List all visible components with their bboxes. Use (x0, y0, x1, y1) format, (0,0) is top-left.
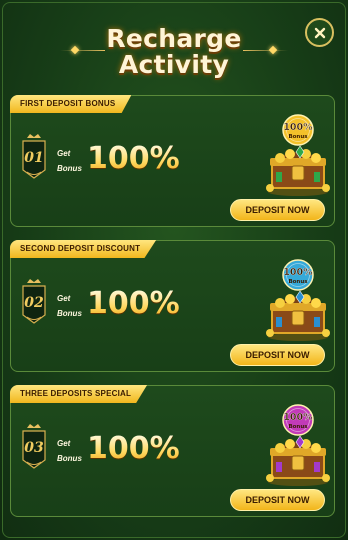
bonus-label: Bonus (57, 454, 82, 463)
title-line-1: Recharge (106, 24, 242, 53)
get-label: Get (57, 149, 71, 158)
svg-text:100%: 100% (283, 267, 313, 278)
bonus-card: THREE DEPOSITS SPECIAL 03 Get Bonus 100%… (10, 385, 335, 517)
treasure-chest-icon: 100% Bonus (266, 114, 330, 196)
svg-text:Bonus: Bonus (288, 134, 308, 140)
badge-number: 02 (24, 295, 44, 311)
badge-number: 01 (24, 150, 43, 166)
svg-text:Bonus: Bonus (288, 279, 308, 285)
badge-number: 03 (24, 440, 44, 456)
number-badge: 02 (22, 279, 46, 324)
number-badge: 01 (22, 134, 46, 179)
bonus-percent: 100% (87, 286, 180, 321)
title-divider-left (60, 50, 105, 51)
card-tag: SECOND DEPOSIT DISCOUNT (10, 240, 157, 258)
title-line-2: Activity (118, 50, 230, 79)
bonus-card: SECOND DEPOSIT DISCOUNT 02 Get Bonus 100… (10, 240, 335, 372)
get-label: Get (57, 439, 71, 448)
svg-text:100%: 100% (283, 122, 313, 133)
treasure-chest-icon: 100% Bonus (266, 404, 330, 486)
deposit-now-button[interactable]: DEPOSIT NOW (230, 344, 325, 366)
bonus-percent: 100% (87, 431, 180, 466)
get-label: Get (57, 294, 71, 303)
svg-text:Bonus: Bonus (288, 424, 308, 430)
bonus-card: FIRST DEPOSIT BONUS 01 Get Bonus 100% 10… (10, 95, 335, 227)
card-tag: FIRST DEPOSIT BONUS (10, 95, 132, 113)
title-divider-right (243, 50, 288, 51)
page-title: Recharge Activity (0, 26, 348, 78)
svg-text:100%: 100% (283, 412, 313, 423)
bonus-label: Bonus (57, 164, 82, 173)
deposit-now-button[interactable]: DEPOSIT NOW (230, 199, 325, 221)
deposit-now-button[interactable]: DEPOSIT NOW (230, 489, 325, 511)
number-badge: 03 (22, 424, 46, 469)
close-icon (314, 27, 325, 38)
card-tag: THREE DEPOSITS SPECIAL (10, 385, 148, 403)
bonus-label: Bonus (57, 309, 82, 318)
close-button[interactable] (305, 18, 334, 47)
treasure-chest-icon: 100% Bonus (266, 259, 330, 341)
bonus-percent: 100% (87, 141, 180, 176)
